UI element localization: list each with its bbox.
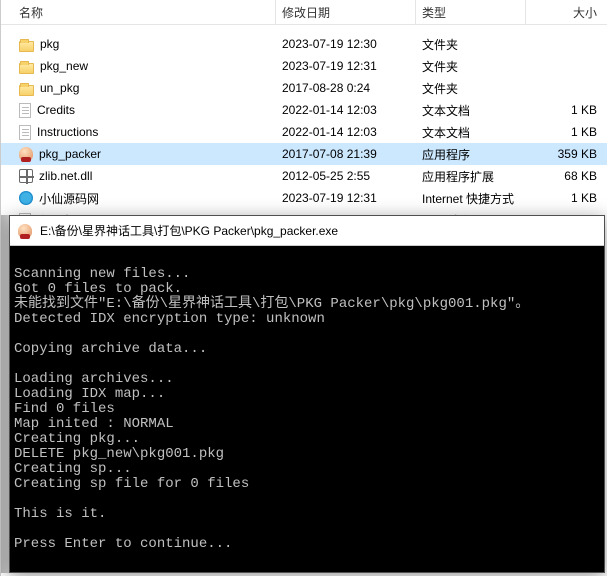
file-date: 2017-07-08 21:39 [276,143,416,165]
file-row[interactable]: zlib.net.dll 2012-05-25 2:55应用程序扩展68 KB [1,165,607,187]
file-name: pkg_packer [39,147,101,161]
file-date: 2023-07-19 12:31 [276,55,416,77]
txt-icon [19,103,31,118]
file-explorer: 名称 修改日期 类型 大小 pkg2023-07-19 12:30文件夹pkg_… [1,0,607,231]
folder-icon [19,63,34,74]
file-name: 小仙源码网 [39,190,99,207]
file-date: 2022-01-14 12:03 [276,121,416,143]
file-date: 2012-05-25 2:55 [276,165,416,187]
folder-icon [19,41,34,52]
file-row[interactable]: pkg_new 2023-07-19 12:31文件夹 [1,55,607,77]
file-size: 1 KB [526,99,607,121]
file-type: Internet 快捷方式 [416,187,526,209]
file-name: un_pkg [40,81,79,95]
file-date: 2022-01-14 12:03 [276,99,416,121]
dll-icon [19,169,33,183]
console-titlebar[interactable]: E:\备份\星界神话工具\打包\PKG Packer\pkg_packer.ex… [10,216,604,246]
file-type: 应用程序 [416,143,526,165]
app-icon [18,224,32,238]
file-name: zlib.net.dll [39,169,92,183]
file-size: 1 KB [526,121,607,143]
folder-icon [19,85,34,96]
console-title-text: E:\备份\星界神话工具\打包\PKG Packer\pkg_packer.ex… [40,222,338,239]
file-row[interactable]: Instructions 2022-01-14 12:03文本文档1 KB [1,121,607,143]
file-size [526,77,607,99]
file-row[interactable]: un_pkg 2017-08-28 0:24文件夹 [1,77,607,99]
file-row[interactable]: Credits 2022-01-14 12:03文本文档1 KB [1,99,607,121]
file-date: 2017-08-28 0:24 [276,77,416,99]
console-window[interactable]: E:\备份\星界神话工具\打包\PKG Packer\pkg_packer.ex… [9,215,605,573]
file-size: 68 KB [526,165,607,187]
file-name: pkg_new [40,59,88,73]
header-size[interactable]: 大小 [526,0,607,24]
file-name: Credits [37,103,75,117]
decorative-shadow [1,215,9,573]
file-type: 文件夹 [416,55,526,77]
header-type[interactable]: 类型 [416,0,526,24]
exe-icon [19,147,33,161]
file-date: 2023-07-19 12:31 [276,187,416,209]
file-type: 文件夹 [416,77,526,99]
ie-icon [19,191,33,205]
file-type: 文本文档 [416,99,526,121]
file-row[interactable]: pkg 2023-07-19 12:30文件夹 [1,33,607,55]
file-type: 文件夹 [416,33,526,55]
file-row[interactable]: pkg_packer 2017-07-08 21:39应用程序359 KB [1,143,607,165]
header-date[interactable]: 修改日期 [276,0,416,24]
file-row[interactable]: 小仙源码网 2023-07-19 12:31Internet 快捷方式1 KB [1,187,607,209]
file-size: 359 KB [526,143,607,165]
file-date: 2023-07-19 12:30 [276,33,416,55]
file-size: 1 KB [526,187,607,209]
column-headers: 名称 修改日期 类型 大小 [1,0,607,25]
file-name: pkg [40,37,59,51]
file-size [526,33,607,55]
file-name: Instructions [37,125,98,139]
file-type: 应用程序扩展 [416,165,526,187]
file-type: 文本文档 [416,121,526,143]
header-name[interactable]: 名称 [1,0,276,24]
txt-icon [19,125,31,140]
console-output[interactable]: Scanning new files... Got 0 files to pac… [10,246,604,558]
file-size [526,55,607,77]
